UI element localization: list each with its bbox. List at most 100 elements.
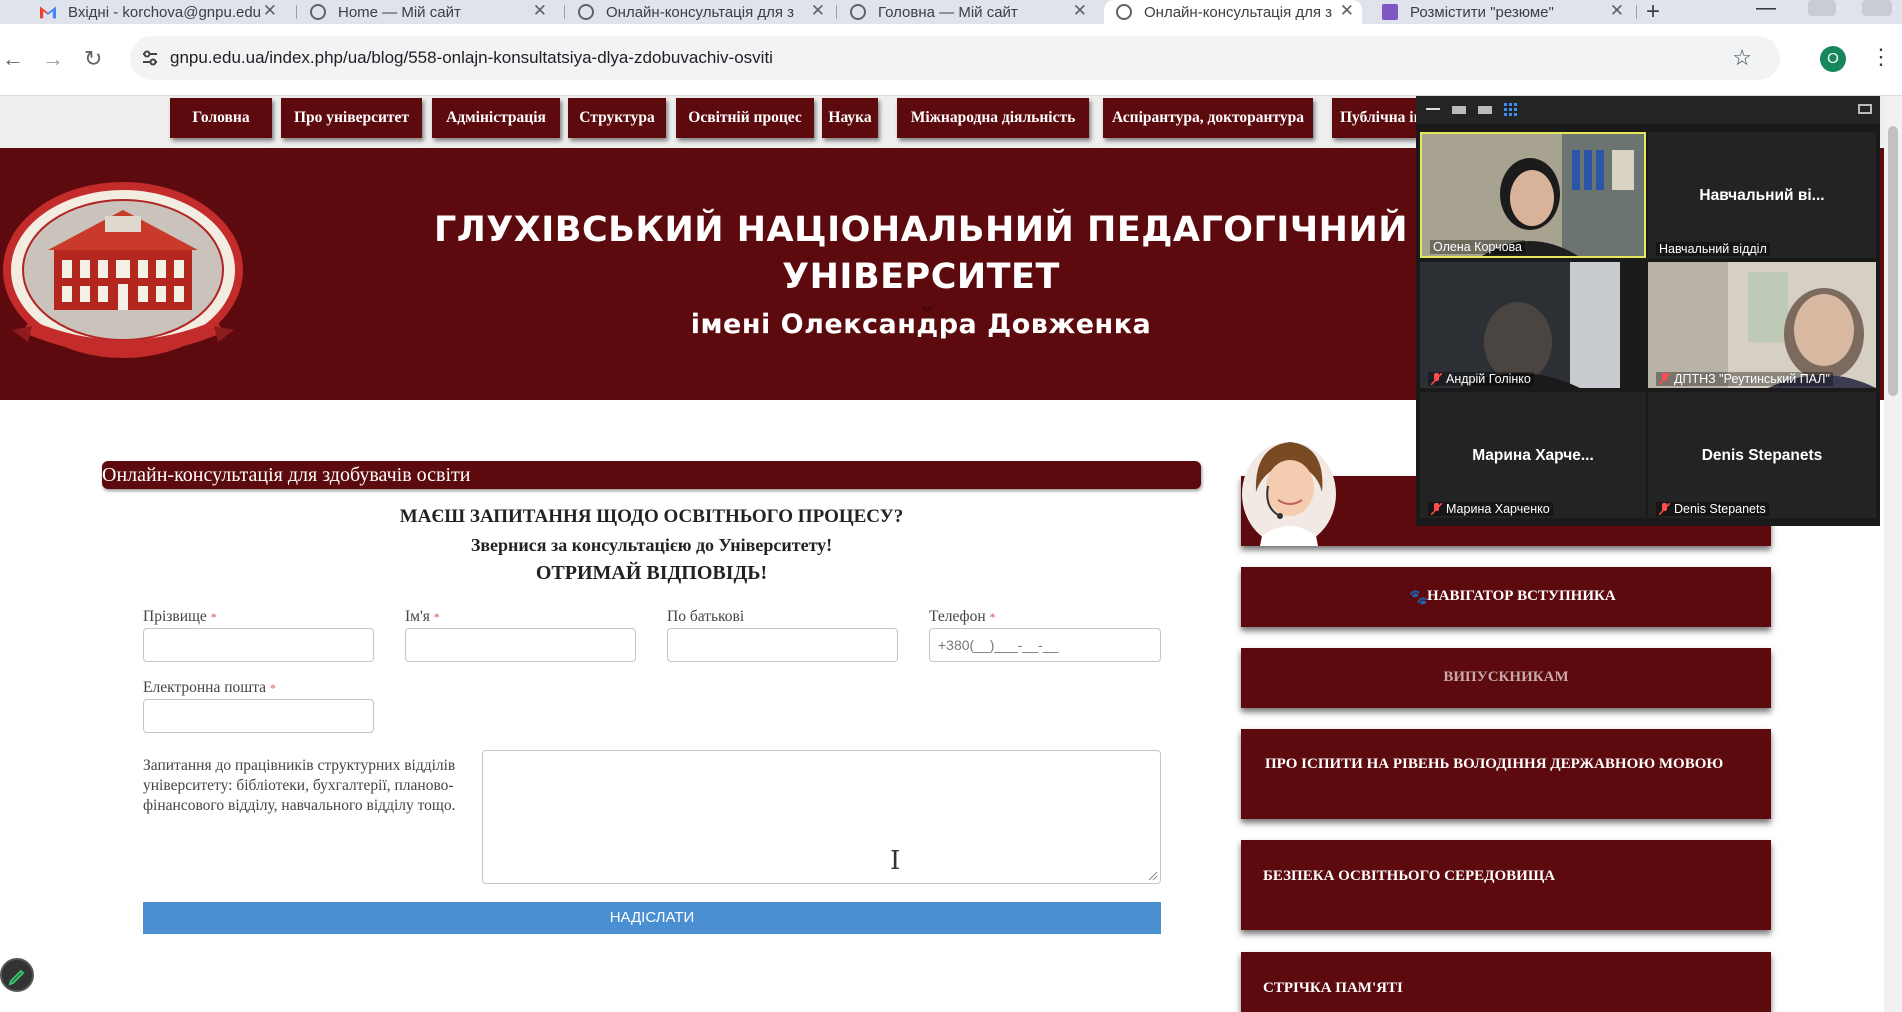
sidebar-card-safety[interactable]: БЕЗПЕКА ОСВІТНЬОГО СЕРЕДОВИЩА: [1241, 840, 1771, 930]
more-menu-icon[interactable]: ⋮: [1870, 44, 1892, 70]
email-input[interactable]: [143, 699, 374, 733]
phone-input[interactable]: +380(__)___-__-__: [929, 628, 1161, 662]
tab-home-site[interactable]: Home — Мій сайт ✕: [310, 0, 555, 24]
participant-name-text: Андрій Голінко: [1446, 372, 1531, 386]
paw-icon: 🐾: [1409, 590, 1428, 606]
menu-item-public-info[interactable]: Публічна інформація: [1332, 98, 1416, 138]
tab-resume-form[interactable]: Розмістити "резюме" ✕: [1382, 0, 1632, 24]
page-scrollbar[interactable]: [1884, 96, 1902, 1012]
scrollbar-thumb[interactable]: [1888, 126, 1898, 396]
patronymic-input[interactable]: [667, 628, 898, 662]
video-call-controls-icon[interactable]: [1808, 0, 1836, 16]
menu-item-education[interactable]: Освітній процес: [676, 98, 814, 138]
strip-view-icon[interactable]: [1478, 106, 1492, 114]
tab-consultation-1[interactable]: Онлайн-консультація для з ✕: [578, 0, 833, 24]
participant-name-text: ДПТНЗ "Реутинський ПАЛ": [1674, 372, 1830, 386]
globe-icon: [850, 4, 866, 20]
site-settings-icon[interactable]: [140, 48, 160, 68]
participant-display-name: Навчальний ві...: [1699, 187, 1825, 204]
tab-separator: [564, 5, 565, 19]
url-text[interactable]: gnpu.edu.ua/index.php/ua/blog/558-onlajn…: [170, 48, 773, 68]
new-tab-button[interactable]: +: [1646, 0, 1660, 26]
tab-title: Вхідні - korchova@gnpu.edu: [68, 3, 262, 21]
participant-tile-video[interactable]: Олена Корчова: [1420, 132, 1646, 258]
form-subheading: Звернися за консультацією до Університет…: [470, 535, 833, 555]
grid-view-icon[interactable]: [1504, 103, 1518, 117]
video-call-overlay[interactable]: Олена Корчова Навчальний ві... Навчальни…: [1416, 96, 1880, 526]
participant-display-name: Марина Харче...: [1472, 447, 1594, 464]
mic-muted-icon: [1431, 373, 1442, 385]
required-asterisk: *: [989, 610, 996, 624]
menu-item-international[interactable]: Міжнародна діяльність: [897, 98, 1089, 138]
sidebar-card-label: НАВІГАТОР ВСТУПНИКА: [1427, 588, 1616, 604]
profile-avatar[interactable]: O: [1820, 46, 1846, 72]
video-call-controls-icon[interactable]: [1862, 0, 1892, 16]
menu-item-structure[interactable]: Структура: [568, 98, 666, 138]
sidebar-card-language-exams[interactable]: ПРО ІСПИТИ НА РІВЕНЬ ВОЛОДІННЯ ДЕРЖАВНОЮ…: [1241, 729, 1771, 819]
tab-separator: [836, 5, 837, 19]
form-call-to-action: ОТРИМАЙ ВІДПОВІДЬ!: [535, 562, 768, 584]
close-icon[interactable]: ✕: [1073, 1, 1087, 21]
menu-item-postgraduate[interactable]: Аспірантура, докторантура: [1103, 98, 1313, 138]
surname-label: Прізвище *: [143, 608, 217, 626]
tab-title: Онлайн-консультація для з: [606, 3, 795, 21]
minimize-icon[interactable]: [1426, 104, 1440, 110]
single-view-icon[interactable]: [1452, 106, 1466, 114]
name-label-text: Ім'я: [405, 608, 430, 625]
question-textarea[interactable]: [482, 750, 1161, 884]
sidebar-card-label: БЕЗПЕКА ОСВІТНЬОГО СЕРЕДОВИЩА: [1263, 868, 1556, 884]
mic-muted-icon: [1659, 503, 1670, 515]
participant-name: Марина Харченко: [1428, 502, 1553, 516]
tab-gmail[interactable]: Вхідні - korchova@gnpu.edu ✕: [40, 0, 285, 24]
sidebar-card-label: СТРІЧКА ПАМ'ЯТІ: [1263, 980, 1403, 996]
participant-video: [1422, 134, 1644, 256]
email-label-text: Електронна пошта: [143, 679, 267, 696]
globe-icon: [578, 4, 594, 20]
bookmark-star-icon[interactable]: ☆: [1732, 45, 1752, 71]
participant-tile[interactable]: Навчальний ві... Навчальний відділ: [1648, 132, 1876, 258]
sidebar-card-applicant-navigator[interactable]: 🐾 НАВІГАТОР ВСТУПНИКА: [1241, 567, 1771, 627]
call-toolbar: [1416, 96, 1880, 124]
sidebar-card-memory[interactable]: СТРІЧКА ПАМ'ЯТІ: [1241, 952, 1771, 1012]
menu-item-about[interactable]: Про університет: [281, 98, 422, 138]
reload-icon[interactable]: ↻: [84, 46, 102, 72]
participant-tile-video[interactable]: Андрій Голінко: [1420, 262, 1620, 388]
participant-name: Олена Корчова: [1430, 240, 1525, 254]
required-asterisk: *: [210, 610, 217, 624]
participant-tile[interactable]: Марина Харче... Марина Харченко: [1420, 392, 1646, 518]
sidebar-card-graduates[interactable]: ВИПУСКНИКАМ: [1241, 648, 1771, 708]
annotation-pencil-button[interactable]: [0, 958, 34, 992]
tab-main-site[interactable]: Головна — Мій сайт ✕: [850, 0, 1095, 24]
close-icon[interactable]: ✕: [533, 1, 547, 21]
back-arrow-icon[interactable]: ←: [2, 46, 24, 72]
pencil-icon: [8, 969, 25, 986]
surname-label-text: Прізвище: [143, 608, 207, 625]
mic-muted-icon: [1659, 373, 1670, 385]
participant-name: Андрій Голінко: [1428, 372, 1534, 386]
participant-tile-video[interactable]: ДПТНЗ "Реутинський ПАЛ": [1648, 262, 1876, 388]
sidebar-card-label: ПРО ІСПИТИ НА РІВЕНЬ ВОЛОДІННЯ ДЕРЖАВНОЮ…: [1265, 756, 1724, 772]
close-icon[interactable]: ✕: [263, 1, 277, 21]
minimize-icon[interactable]: —: [1756, 0, 1776, 20]
participant-display-name: Denis Stepanets: [1701, 447, 1823, 464]
participant-tile[interactable]: Denis Stepanets Denis Stepanets: [1648, 392, 1876, 518]
surname-input[interactable]: [143, 628, 374, 662]
menu-item-science[interactable]: Наука: [822, 98, 878, 138]
name-input[interactable]: [405, 628, 636, 662]
browser-tab-strip: Вхідні - korchova@gnpu.edu ✕ Home — Мій …: [0, 0, 1902, 26]
close-icon[interactable]: ✕: [1610, 1, 1624, 21]
gmail-icon: [40, 6, 56, 19]
tab-title: Онлайн-консультація для з: [1144, 3, 1333, 21]
popout-icon[interactable]: [1858, 104, 1872, 114]
address-bar[interactable]: gnpu.edu.ua/index.php/ua/blog/558-onlajn…: [130, 36, 1780, 80]
menu-item-home[interactable]: Головна: [170, 98, 272, 138]
text-cursor-icon: I: [890, 846, 901, 876]
menu-item-administration[interactable]: Адміністрація: [432, 98, 560, 138]
submit-button[interactable]: НАДІСЛАТИ: [143, 902, 1161, 934]
forward-arrow-icon[interactable]: →: [42, 46, 64, 72]
close-icon[interactable]: ✕: [1340, 1, 1354, 21]
tab-consultation-active[interactable]: Онлайн-консультація для з ✕: [1104, 0, 1362, 24]
chevron-down-icon: ⌄: [918, 292, 937, 317]
close-icon[interactable]: ✕: [811, 1, 825, 21]
resize-grip-icon[interactable]: [1148, 871, 1158, 881]
